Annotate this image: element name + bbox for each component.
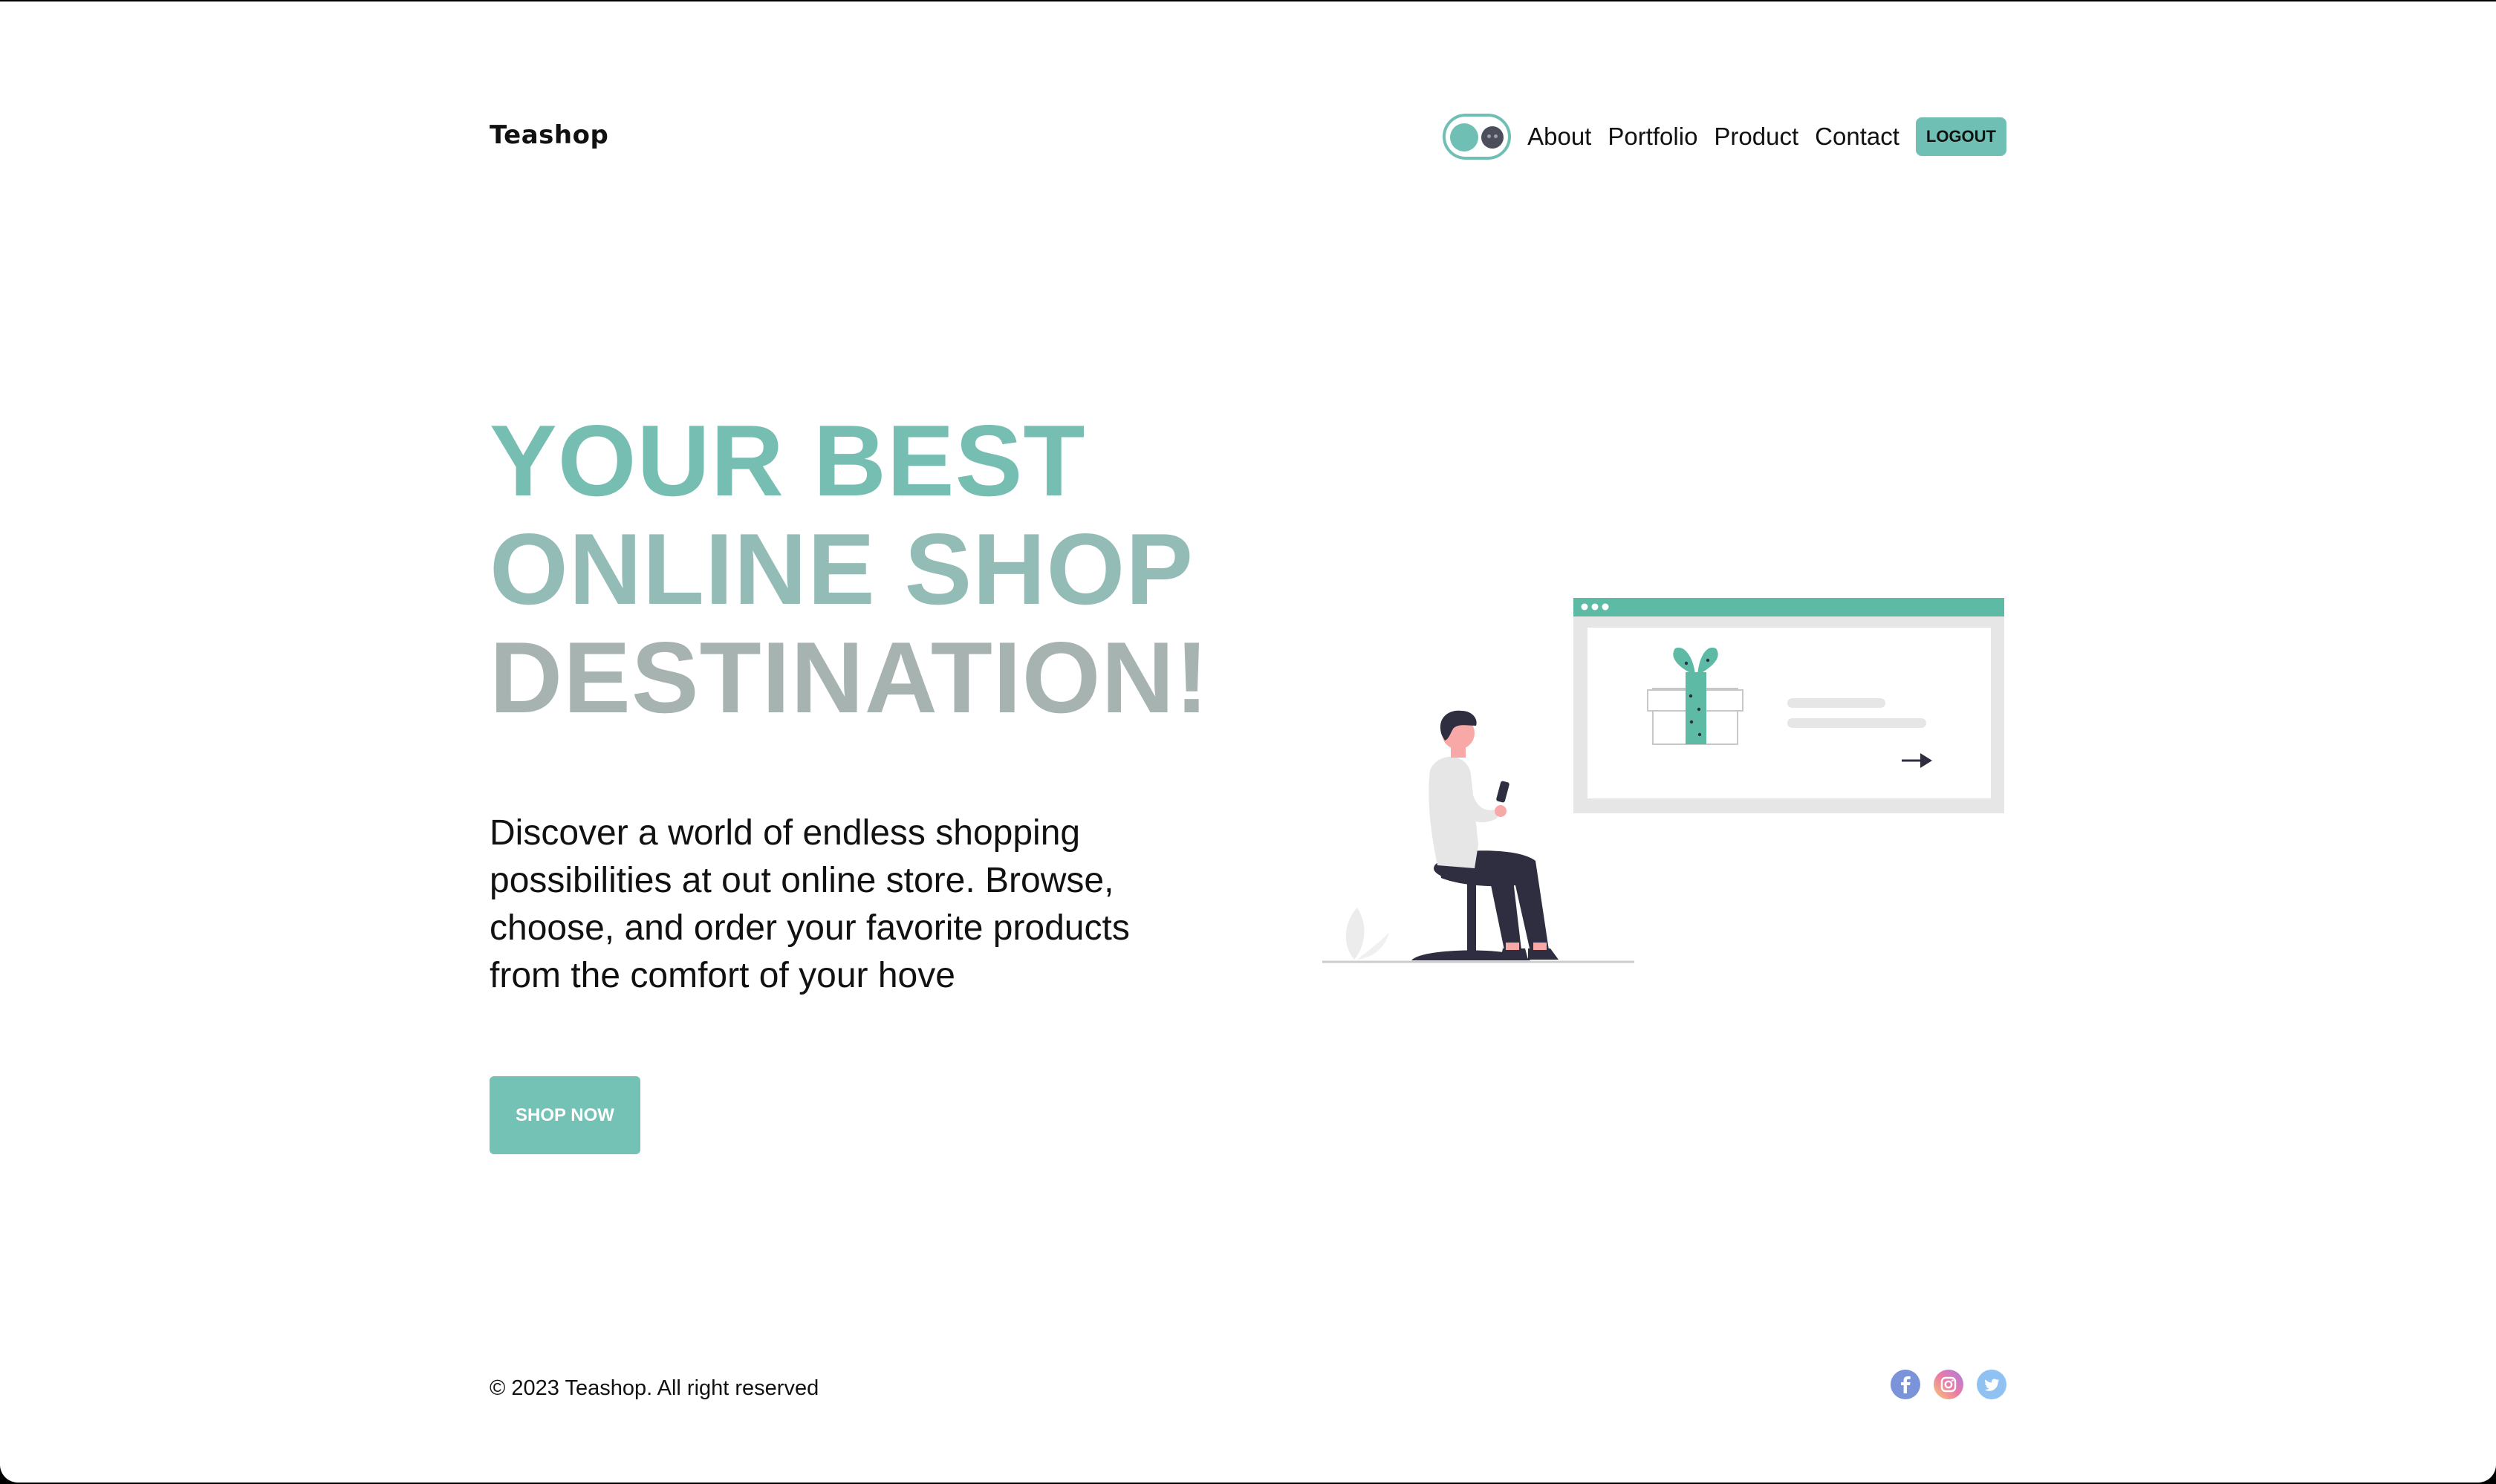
nav-link-about[interactable]: About [1527,123,1591,151]
online-shopping-illustration [1322,598,2004,963]
browser-titlebar [1573,598,2004,616]
hero-title-line-3: DESTINATION! [490,621,1209,734]
hero-title-line-1: YOUR BEST [490,404,1086,517]
main-nav: About Portfolio Product Contact LOGOUT [1443,113,2006,160]
facebook-icon[interactable] [1891,1370,1920,1399]
toggle-knob [1450,123,1479,152]
hero-title: YOUR BEST ONLINE SHOP DESTINATION! [490,406,1209,732]
nav-link-portfolio[interactable]: Portfolio [1608,123,1697,151]
social-links [1891,1370,2006,1399]
twitter-icon[interactable] [1977,1370,2006,1399]
brand-logo[interactable]: Teashop [490,120,608,150]
nav-link-contact[interactable]: Contact [1815,123,1899,151]
page: Teashop About Portfolio Product Contact … [0,1,2496,1483]
logout-button[interactable]: LOGOUT [1915,117,2006,156]
nav-link-product[interactable]: Product [1714,123,1798,151]
hero-description: Discover a world of endless shopping pos… [490,813,1130,995]
footer-copyright: © 2023 Teashop. All right reserved [490,1376,819,1400]
theme-toggle[interactable] [1443,114,1512,160]
instagram-icon[interactable] [1934,1370,1963,1399]
shop-now-button[interactable]: SHOP NOW [490,1076,640,1154]
hero-title-line-2: ONLINE SHOP [490,512,1194,625]
browser-content [1587,628,1991,798]
moon-icon [1481,126,1504,149]
